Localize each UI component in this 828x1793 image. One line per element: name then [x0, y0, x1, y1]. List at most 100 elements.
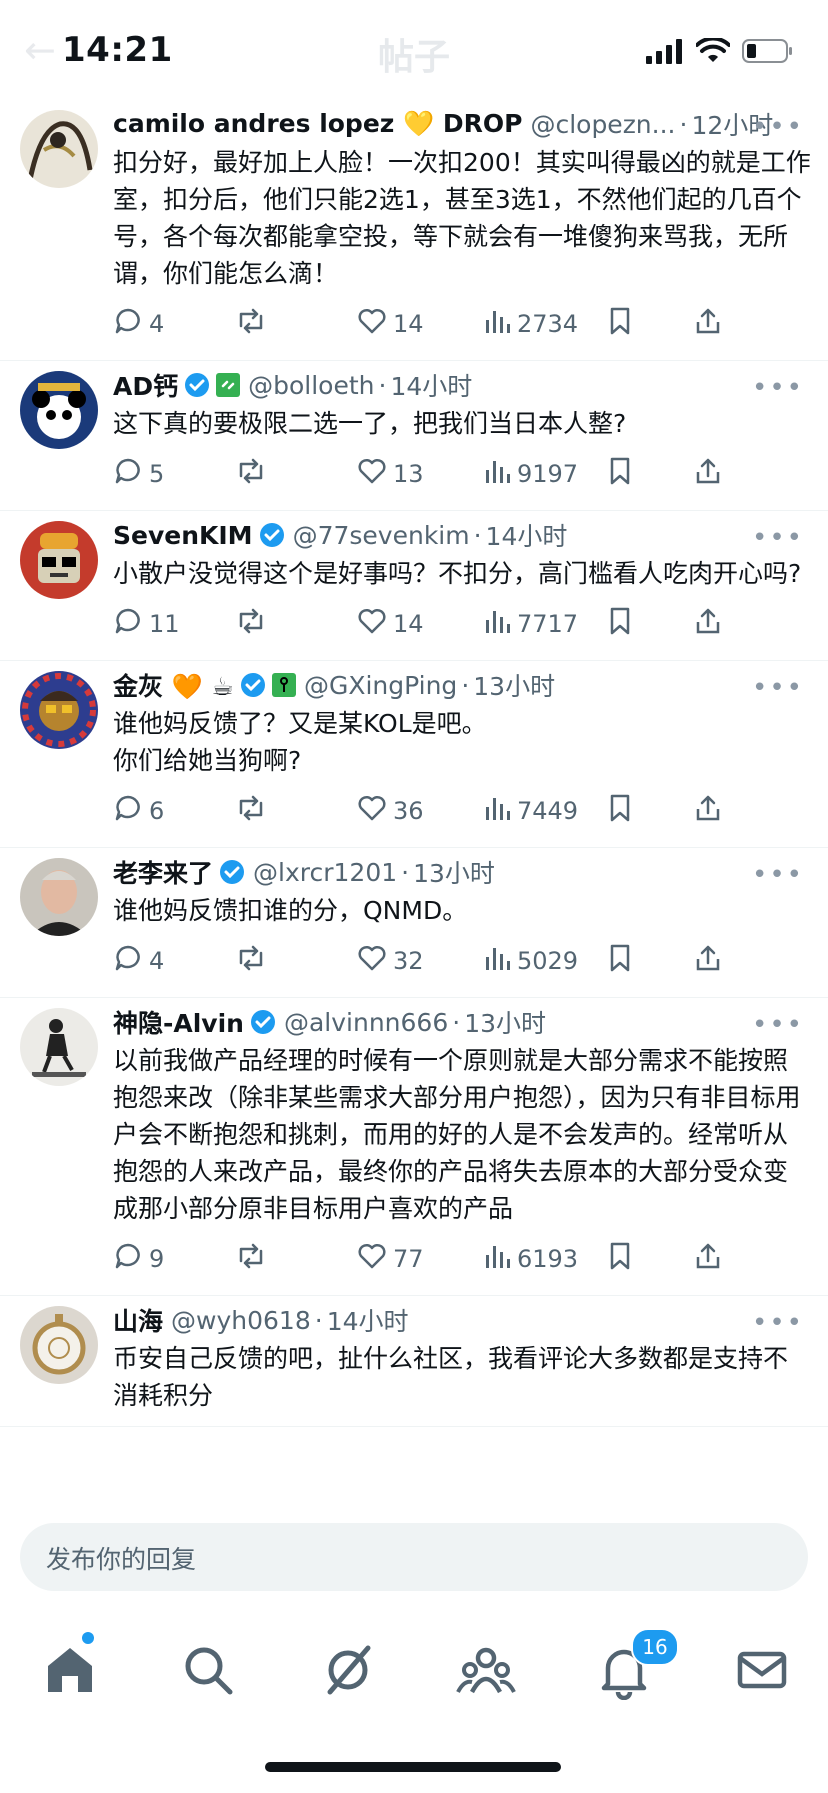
post-header: 神隐-Alvin @alvinnn666 · 13小时 — [113, 1004, 812, 1040]
post[interactable]: ••• SevenKIM @77sevenkim · 14小时 小散户没觉得这个… — [0, 511, 828, 661]
post-header: AD钙 @bolloeth · 14小时 — [113, 367, 812, 403]
post-text: 小散户没觉得这个是好事吗？不扣分，高门槛看人吃肉开心吗? — [113, 559, 802, 588]
more-options-icon[interactable]: ••• — [752, 1308, 804, 1338]
display-name[interactable]: SevenKIM — [113, 521, 253, 550]
messages-icon[interactable] — [732, 1640, 792, 1700]
post-header: 老李来了 @lxrcr1201 · 13小时 — [113, 854, 812, 890]
repost-button[interactable] — [235, 456, 267, 492]
bookmark-button[interactable] — [607, 606, 633, 642]
communities-icon[interactable] — [456, 1640, 516, 1700]
bookmark-button[interactable] — [607, 456, 633, 492]
verified-badge-icon — [219, 859, 245, 885]
post-time: 13小时 — [473, 672, 556, 701]
bookmark-button[interactable] — [607, 793, 633, 829]
share-button[interactable] — [693, 943, 723, 979]
like-button[interactable]: 13 — [357, 456, 424, 492]
display-name[interactable]: 神隐-Alvin — [113, 1004, 244, 1040]
display-name[interactable]: 金灰 🧡 ☕ — [113, 667, 234, 703]
post[interactable]: ••• AD钙 @bolloeth · 14小时 这下真的要极限二选一了，把我们… — [0, 361, 828, 511]
user-handle[interactable]: @wyh0618 — [171, 1306, 311, 1335]
views-button[interactable]: 6193 — [483, 1241, 578, 1277]
share-button[interactable] — [693, 793, 723, 829]
avatar[interactable] — [20, 1008, 98, 1086]
avatar[interactable] — [20, 671, 98, 749]
views-button[interactable]: 5029 — [483, 943, 578, 979]
grok-icon[interactable] — [318, 1640, 378, 1700]
views-button[interactable]: 7449 — [483, 793, 578, 829]
avatar[interactable] — [20, 521, 98, 599]
display-name[interactable]: camilo andres lopez 💛 DROP — [113, 109, 522, 139]
like-button[interactable]: 14 — [357, 306, 424, 342]
more-options-icon[interactable]: ••• — [752, 373, 804, 403]
bookmark-button[interactable] — [607, 1241, 633, 1277]
repost-button[interactable] — [235, 943, 267, 979]
reply-icon — [113, 456, 143, 492]
avatar[interactable] — [20, 1306, 98, 1384]
user-handle[interactable]: @alvinnn666 — [284, 1008, 448, 1037]
share-button[interactable] — [693, 306, 723, 342]
search-icon[interactable] — [178, 1640, 238, 1700]
repost-button[interactable] — [235, 306, 267, 342]
views-button[interactable]: 2734 — [483, 306, 578, 342]
post-header: camilo andres lopez 💛 DROP @clopezn... ·… — [113, 106, 812, 142]
avatar[interactable] — [20, 858, 98, 936]
like-icon — [357, 943, 387, 979]
reply-placeholder: 发布你的回复 — [46, 1545, 197, 1574]
more-options-icon[interactable]: ••• — [752, 523, 804, 553]
user-handle[interactable]: @bolloeth — [248, 371, 374, 400]
user-handle[interactable]: @lxrcr1201 — [253, 858, 397, 887]
reply-button[interactable]: 5 — [113, 456, 164, 492]
post[interactable]: ••• camilo andres lopez 💛 DROP @clopezn.… — [0, 100, 828, 361]
avatar[interactable] — [20, 371, 98, 449]
share-button[interactable] — [693, 606, 723, 642]
more-options-icon[interactable]: ••• — [752, 112, 804, 142]
display-name[interactable]: AD钙 — [113, 367, 178, 403]
reply-count: 6 — [149, 797, 165, 825]
reply-button[interactable]: 6 — [113, 793, 164, 829]
more-options-icon[interactable]: ••• — [752, 860, 804, 890]
user-handle[interactable]: @GXingPing — [304, 671, 457, 700]
like-count: 77 — [393, 1245, 424, 1273]
post[interactable]: ••• 神隐-Alvin @alvinnn666 · 13小时 以前我做产品经理… — [0, 998, 828, 1296]
views-button[interactable]: 9197 — [483, 456, 578, 492]
separator-dot: · — [378, 370, 387, 400]
reply-button[interactable]: 4 — [113, 306, 164, 342]
status-bar: ← 帖子 14:21 — [0, 0, 828, 100]
reply-feed: ••• camilo andres lopez 💛 DROP @clopezn.… — [0, 100, 828, 1508]
post[interactable]: ••• 金灰 🧡 ☕ @GXingPing · 13小时 谁他妈反馈了？又是某K… — [0, 661, 828, 848]
like-button[interactable]: 14 — [357, 606, 424, 642]
bookmark-button[interactable] — [607, 306, 633, 342]
post-actions: 9 77 6193 — [113, 1227, 812, 1295]
like-button[interactable]: 77 — [357, 1241, 424, 1277]
post-actions: 4 32 5029 — [113, 929, 812, 997]
post-actions: 6 36 7449 — [113, 779, 812, 847]
user-handle[interactable]: @77sevenkim — [293, 521, 470, 550]
like-button[interactable]: 36 — [357, 793, 424, 829]
reply-composer[interactable]: 发布你的回复 — [20, 1523, 808, 1591]
share-button[interactable] — [693, 1241, 723, 1277]
like-button[interactable]: 32 — [357, 943, 424, 979]
user-handle[interactable]: @clopezn... — [530, 110, 675, 139]
post-text: 币安自己反馈的吧，扯什么社区，我看评论大多数都是支持不消耗积分 — [113, 1344, 789, 1410]
reply-button[interactable]: 11 — [113, 606, 180, 642]
home-icon[interactable] — [40, 1640, 100, 1700]
repost-button[interactable] — [235, 606, 267, 642]
post[interactable]: ••• 山海 @wyh0618 · 14小时 币安自己反馈的吧，扯什么社区，我看… — [0, 1296, 828, 1427]
reply-button[interactable]: 4 — [113, 943, 164, 979]
bottom-tab-bar — [0, 1600, 828, 1750]
share-button[interactable] — [693, 456, 723, 492]
home-unread-dot — [82, 1632, 94, 1644]
like-count: 14 — [393, 610, 424, 638]
display-name[interactable]: 山海 — [113, 1302, 163, 1338]
avatar[interactable] — [20, 110, 98, 188]
more-options-icon[interactable]: ••• — [752, 673, 804, 703]
reply-icon — [113, 1241, 143, 1277]
views-button[interactable]: 7717 — [483, 606, 578, 642]
repost-button[interactable] — [235, 1241, 267, 1277]
post[interactable]: ••• 老李来了 @lxrcr1201 · 13小时 谁他妈反馈扣谁的分，QNM… — [0, 848, 828, 998]
bookmark-button[interactable] — [607, 943, 633, 979]
display-name[interactable]: 老李来了 — [113, 854, 213, 890]
repost-button[interactable] — [235, 793, 267, 829]
more-options-icon[interactable]: ••• — [752, 1010, 804, 1040]
reply-button[interactable]: 9 — [113, 1241, 164, 1277]
